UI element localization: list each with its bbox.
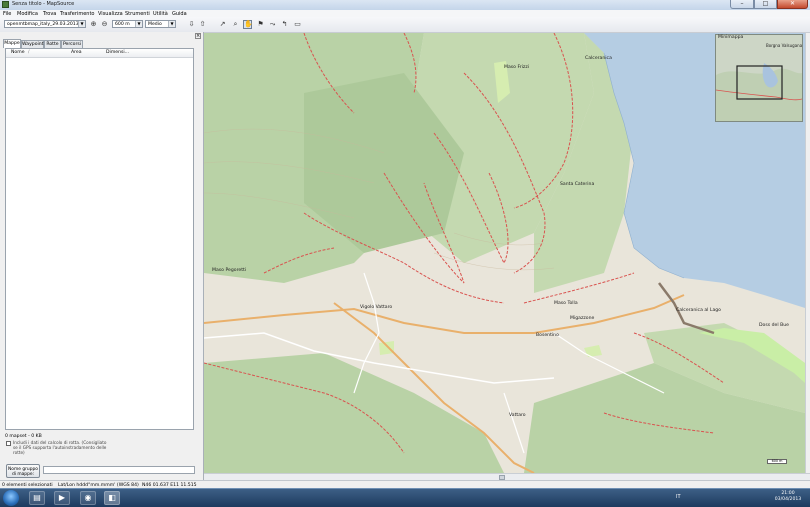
place-label: Vigolo Vattaro — [360, 305, 393, 310]
chevron-down-icon: ▼ — [78, 21, 85, 27]
status-selected: 0 elementi selezionati — [2, 482, 53, 488]
hand-tool-icon[interactable]: ✋ — [243, 20, 253, 29]
selection-tool-icon[interactable]: ↗ — [218, 20, 227, 29]
place-label: Vattaro — [509, 413, 526, 418]
tab-rotte[interactable]: Rotte — [44, 40, 61, 48]
close-button[interactable]: ✕ — [777, 0, 808, 9]
system-tray: IT — [676, 494, 681, 500]
zoom-out-icon[interactable]: ⊖ — [100, 20, 109, 29]
menu-modifica[interactable]: Modifica — [17, 11, 38, 17]
menu-visualizza[interactable]: Visualizza — [98, 11, 123, 17]
minimize-button[interactable]: – — [730, 0, 754, 9]
waypoint-tool-icon[interactable]: ⚑ — [256, 20, 265, 29]
include-routing-checkbox[interactable] — [6, 441, 11, 446]
column-area[interactable]: Area — [71, 50, 82, 55]
window-title: Senza titolo - MapSource — [12, 1, 75, 7]
chevron-down-icon: ▼ — [135, 21, 142, 27]
menu-guida[interactable]: Guida — [172, 11, 187, 17]
sort-icon: / — [28, 50, 30, 55]
left-panel: × Mappe Waypoint Rotte Percorsi Nome / A… — [0, 32, 204, 480]
minimap[interactable]: Minimappa Borgna Valsugana — [715, 34, 803, 122]
zoom-select[interactable]: 600 m ▼ — [112, 20, 143, 28]
place-label: Calceranica al Lago — [676, 308, 721, 313]
mapset-name-input[interactable] — [43, 466, 195, 474]
clock[interactable]: 21:00 03/04/2013 — [768, 491, 808, 503]
zoom-tool-icon[interactable]: ⌕ — [231, 20, 240, 29]
menu-trova[interactable]: Trova — [43, 11, 56, 17]
minimap-place: Borgna Valsugana — [766, 43, 803, 48]
send-to-device-icon[interactable]: ⇧ — [198, 20, 207, 29]
place-label: Calceranica — [585, 56, 612, 61]
menu-bar: File Modifica Trova Trasferimento Visual… — [0, 10, 810, 17]
map-tool-icon[interactable]: ▭ — [293, 20, 302, 29]
maps-list[interactable]: Nome / Area Dimensi... — [5, 48, 194, 430]
zoom-in-icon[interactable]: ⊕ — [89, 20, 98, 29]
menu-utilita[interactable]: Utilità — [153, 11, 168, 17]
scale-bar: 600 m — [767, 459, 787, 464]
column-size[interactable]: Dimensi... — [106, 50, 129, 55]
place-label: Maso Tolla — [554, 301, 578, 306]
tab-percorsi[interactable]: Percorsi — [61, 40, 83, 48]
map-view[interactable]: Maso Frizzi Calceranica Santa Caterina M… — [204, 33, 805, 473]
tab-waypoint[interactable]: Waypoint — [21, 40, 44, 48]
mapset-name-button[interactable]: Nome gruppo di mappe: — [6, 464, 40, 478]
mapset-button-line-2: di mappe: — [11, 472, 35, 477]
place-label: Bosentino — [536, 333, 559, 338]
detail-select-value: Medio — [148, 22, 162, 27]
maximize-button[interactable]: □ — [754, 0, 777, 9]
status-coords: N46 01.637 E11 11.515 — [142, 482, 197, 488]
include-routing-label-3: rotte) — [13, 450, 25, 455]
product-select[interactable]: openmtbmap_italy_29.03.2013 ▼ — [4, 20, 86, 28]
include-routing-label-2: se il GPS supporta l'autoinstradamento d… — [13, 445, 107, 450]
place-label: Santa Caterina — [560, 182, 595, 187]
track-tool-icon[interactable]: ↰ — [280, 20, 289, 29]
browser-icon[interactable]: ◉ — [80, 491, 96, 505]
list-header: Nome / Area Dimensi... — [6, 49, 193, 58]
app-icon — [2, 1, 9, 8]
place-label: Maso Pegoretti — [212, 268, 247, 273]
menu-file[interactable]: File — [3, 11, 11, 17]
panel-close-icon[interactable]: × — [195, 33, 201, 39]
receive-from-device-icon[interactable]: ⇩ — [187, 20, 196, 29]
clock-date: 03/04/2013 — [774, 497, 802, 502]
route-tool-icon[interactable]: ⤳ — [268, 20, 277, 29]
status-format: Lat/Lon hddd°mm.mmm' (WGS 84) — [58, 482, 139, 488]
toolbar: openmtbmap_italy_29.03.2013 ▼ ⊕ ⊖ 600 m ▼ … — [0, 17, 810, 33]
column-name[interactable]: Nome — [11, 50, 25, 55]
explorer-icon[interactable]: ▤ — [29, 491, 45, 505]
tab-mappe[interactable]: Mappe — [3, 39, 21, 48]
detail-select[interactable]: Medio ▼ — [145, 20, 176, 28]
place-label: Doss del Bue — [759, 323, 789, 328]
place-label: Migazzone — [570, 316, 595, 321]
minimap-title: Minimappa — [718, 35, 744, 40]
media-player-icon[interactable]: ▶ — [54, 491, 70, 505]
mapset-count: 0 mapset - 0 KB — [5, 434, 42, 439]
vertical-scrollbar[interactable] — [805, 33, 810, 473]
menu-trasferimento[interactable]: Trasferimento — [60, 11, 94, 17]
zoom-select-value: 600 m — [115, 22, 130, 27]
mapsource-taskbar-icon[interactable]: ◧ — [104, 491, 120, 505]
place-label: Maso Frizzi — [504, 65, 530, 70]
start-button[interactable] — [3, 490, 19, 506]
menu-strumenti[interactable]: Strumenti — [125, 11, 150, 17]
language-indicator[interactable]: IT — [676, 494, 681, 500]
chevron-down-icon: ▼ — [168, 21, 175, 27]
product-select-value: openmtbmap_italy_29.03.2013 — [7, 22, 79, 27]
taskbar: ▤ ▶ ◉ ◧ IT 21:00 03/04/2013 — [0, 488, 810, 507]
